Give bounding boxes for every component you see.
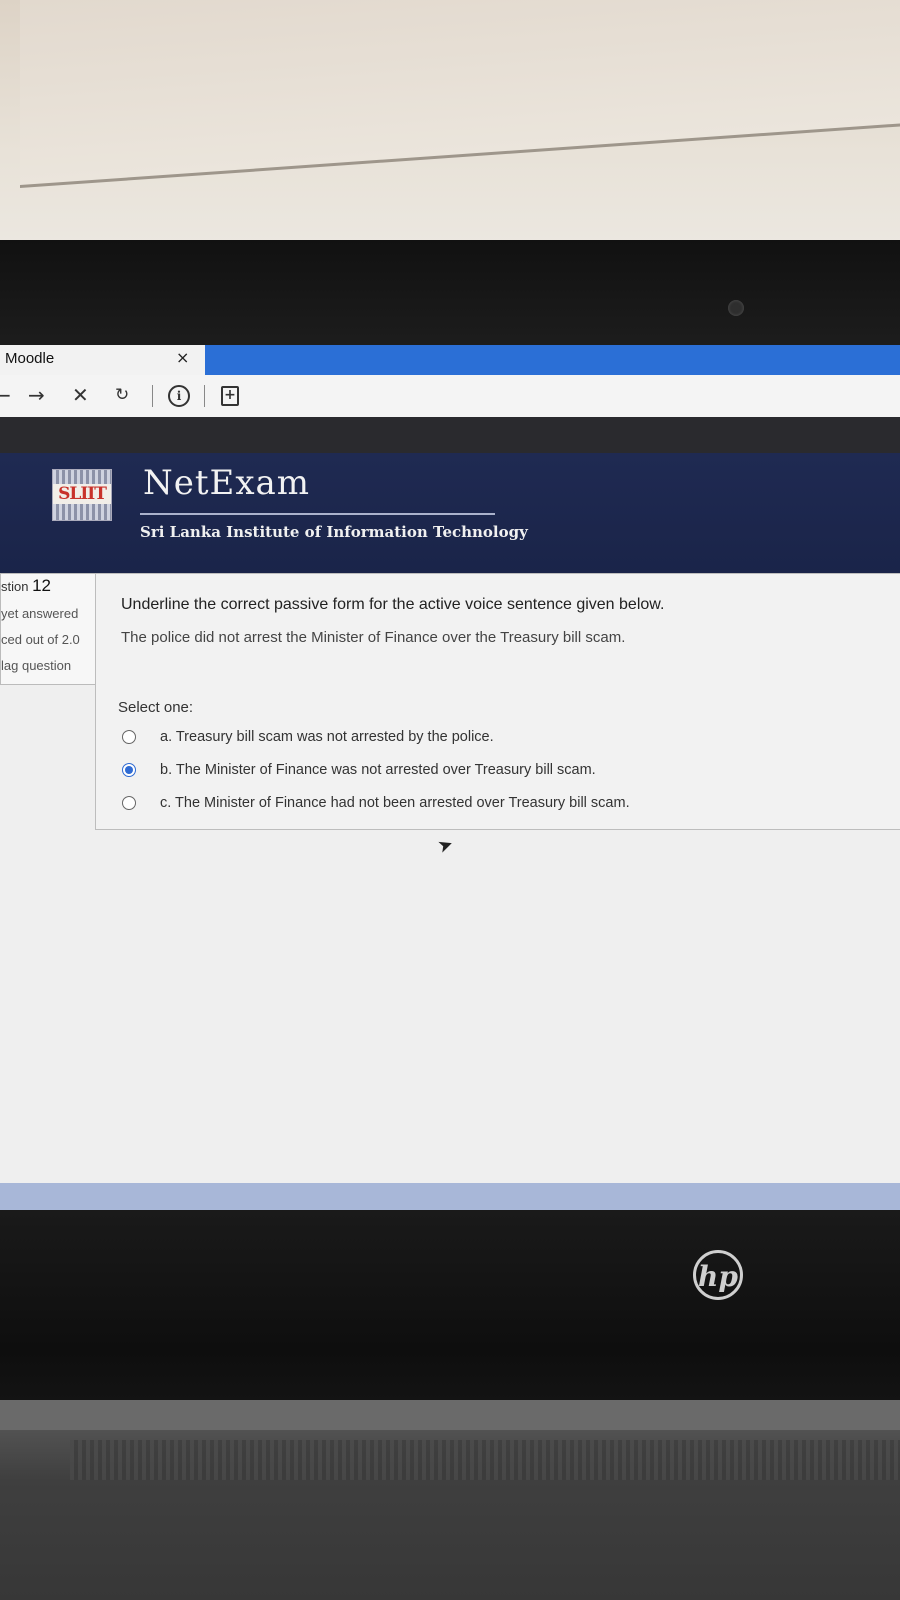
info-icon[interactable]: i [168, 385, 190, 407]
question-sentence: The police did not arrest the Minister o… [121, 629, 626, 646]
select-one-label: Select one: [118, 699, 194, 716]
question-number-value: 12 [32, 576, 52, 595]
quiz-content: stion 12 yet answered ced out of 2.0 lag… [0, 573, 900, 1225]
option-label: b. The Minister of Finance was not arres… [160, 762, 596, 778]
browser-tab[interactable]: Moodle × [0, 345, 205, 375]
webcam-icon [728, 300, 744, 316]
option-label: c. The Minister of Finance had not been … [160, 795, 630, 811]
forward-arrow-icon[interactable]: → [28, 383, 45, 407]
laptop-hinge [0, 1400, 900, 1430]
radio-button[interactable] [122, 730, 136, 744]
radio-button[interactable] [122, 796, 136, 810]
mouse-cursor-icon: ➤ [434, 833, 457, 858]
option-label: a. Treasury bill scam was not arrested b… [160, 729, 494, 745]
question-number: stion 12 [1, 576, 51, 596]
laptop-top-bezel [0, 240, 900, 350]
speaker-grille [70, 1440, 900, 1480]
browser-tab-bar: Moodle × [0, 345, 900, 375]
back-arrow-icon[interactable]: ← [0, 383, 11, 407]
add-tab-icon[interactable]: + [221, 386, 239, 406]
logo-text: SLIIT [53, 484, 111, 504]
question-number-prefix: stion [1, 579, 29, 594]
question-box: Underline the correct passive form for t… [95, 573, 900, 830]
flag-question-link[interactable]: lag question [1, 658, 71, 673]
close-icon[interactable]: × [176, 348, 189, 367]
sliit-logo: SLIIT [52, 469, 112, 521]
question-grade: ced out of 2.0 [1, 632, 80, 647]
keyboard-deck [0, 1400, 900, 1600]
laptop-screen: Moodle × ← → ✕ ↻ i + SLIIT NetExam Sri L… [0, 345, 900, 1225]
site-subtitle: Sri Lanka Institute of Information Techn… [140, 523, 528, 541]
stop-icon[interactable]: ✕ [72, 383, 89, 407]
radio-button-selected[interactable] [122, 763, 136, 777]
tab-title: Moodle [5, 350, 55, 367]
nav-divider [152, 385, 153, 407]
hp-logo: hp [693, 1250, 743, 1300]
question-info-panel: stion 12 yet answered ced out of 2.0 lag… [0, 573, 97, 685]
site-title: NetExam [143, 463, 311, 503]
reload-icon[interactable]: ↻ [115, 385, 129, 405]
nav-divider [204, 385, 205, 407]
laptop-bottom-bezel: hp [0, 1210, 900, 1410]
question-prompt: Underline the correct passive form for t… [121, 596, 665, 613]
browser-nav-bar: ← → ✕ ↻ i + [0, 375, 900, 418]
question-state: yet answered [1, 606, 79, 621]
netexam-header: SLIIT NetExam Sri Lanka Institute of Inf… [0, 453, 900, 577]
title-underline [140, 513, 495, 515]
